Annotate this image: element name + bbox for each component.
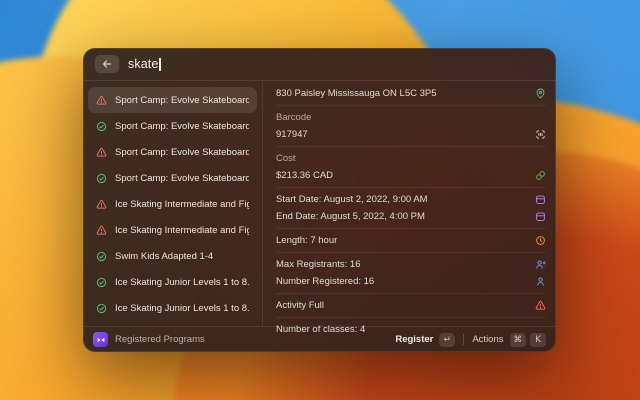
footer-app-name: Registered Programs [115, 334, 205, 345]
detail-row: Max Registrants: 16 [276, 256, 546, 273]
warning-triangle-icon [96, 147, 107, 158]
detail-row-label: $213.36 CAD [276, 170, 334, 181]
list-item-label: Sport Camp: Evolve Skateboard... [115, 146, 249, 158]
detail-group: Activity Full [276, 294, 546, 318]
check-circle-icon [96, 173, 107, 184]
back-arrow-icon [101, 58, 113, 70]
back-button[interactable] [95, 55, 119, 73]
results-list: Sport Camp: Evolve Skateboard... Sport Ca… [83, 81, 263, 326]
warning-triangle-icon [535, 300, 546, 311]
footer-bar: Registered Programs Register ↵ Actions ⌘… [83, 326, 556, 352]
detail-row: End Date: August 5, 2022, 4:00 PM [276, 208, 546, 225]
list-item-label: Sport Camp: Evolve Skateboard... [115, 120, 249, 132]
detail-group: Length: 7 hour [276, 229, 546, 253]
list-item[interactable]: Ice Skating Intermediate and Fig... [88, 191, 257, 217]
clock-icon [535, 235, 546, 246]
barcode-scan-icon [535, 129, 546, 140]
list-item-label: Ice Skating Junior Levels 1 to 8... [115, 276, 249, 288]
detail-row: Length: 7 hour [276, 232, 546, 249]
list-item-label: Sport Camp: Evolve Skateboard... [115, 94, 249, 106]
list-item-label: Ice Skating Intermediate and Fig... [115, 198, 249, 210]
list-item[interactable]: Ice Skating Junior Levels 1 to 8... [88, 295, 257, 321]
search-query-text: skate [128, 57, 159, 71]
key-badge: ⌘ [509, 332, 526, 347]
list-item[interactable]: Ice Skating Junior Levels 1 to 8... [88, 269, 257, 295]
detail-row: Cost [276, 150, 546, 167]
warning-triangle-icon [96, 225, 107, 236]
detail-group: Max Registrants: 16 Number Registered: 16 [276, 253, 546, 294]
list-item[interactable]: Sport Camp: Evolve Skateboard... [88, 87, 257, 113]
person-add-icon [535, 259, 546, 270]
detail-row: Number Registered: 16 [276, 273, 546, 290]
detail-row-label: Max Registrants: 16 [276, 259, 361, 270]
detail-row-label: Number Registered: 16 [276, 276, 375, 287]
detail-row: Barcode [276, 109, 546, 126]
list-item[interactable]: Sport Camp: Evolve Skateboard... [88, 139, 257, 165]
key-badge: K [530, 332, 546, 347]
search-input[interactable]: skate [128, 57, 161, 71]
footer-divider [463, 334, 465, 345]
detail-group: Start Date: August 2, 2022, 9:00 AM End D… [276, 188, 546, 229]
check-circle-icon [96, 251, 107, 262]
list-item[interactable]: Sport Camp: Evolve Skateboard... [88, 113, 257, 139]
list-item[interactable]: Ice Skating Intermediate and Fig... [88, 217, 257, 243]
search-bar: skate [83, 48, 556, 81]
detail-row-label: Start Date: August 2, 2022, 9:00 AM [276, 194, 428, 205]
detail-row: Start Date: August 2, 2022, 9:00 AM [276, 191, 546, 208]
detail-group: Cost $213.36 CAD [276, 147, 546, 188]
detail-row-label: Length: 7 hour [276, 235, 338, 246]
check-circle-icon [96, 277, 107, 288]
location-pin-icon [535, 88, 546, 99]
list-item-label: Ice Skating Intermediate and Fig... [115, 224, 249, 236]
detail-row: 917947 [276, 126, 546, 143]
detail-row-label: Cost [276, 153, 296, 164]
list-item[interactable]: Sport Camp: Evolve Skateboard... [88, 165, 257, 191]
calendar-icon [535, 211, 546, 222]
warning-triangle-icon [96, 95, 107, 106]
list-item-label: Sport Camp: Evolve Skateboard... [115, 172, 249, 184]
detail-row: Activity Full [276, 297, 546, 314]
footer-actions: Register ↵ Actions ⌘ K [395, 332, 546, 347]
enter-key-badge: ↵ [439, 332, 456, 347]
text-cursor [159, 57, 161, 71]
register-button[interactable]: Register [395, 334, 433, 345]
detail-group: Barcode 917947 [276, 106, 546, 147]
calendar-icon [535, 194, 546, 205]
main-content: Sport Camp: Evolve Skateboard... Sport Ca… [83, 81, 556, 335]
check-circle-icon [96, 121, 107, 132]
check-circle-icon [96, 303, 107, 314]
list-item[interactable]: Swim Kids Adapted 1-4 [88, 243, 257, 269]
actions-button[interactable]: Actions [472, 334, 503, 345]
detail-row-label: End Date: August 5, 2022, 4:00 PM [276, 211, 425, 222]
detail-panel: 830 Paisley Mississauga ON L5C 3P5 Barcod… [263, 81, 556, 335]
person-icon [535, 276, 546, 287]
coins-icon [535, 170, 546, 181]
actions-key-badges: ⌘ K [509, 332, 546, 347]
detail-row-label: Activity Full [276, 300, 325, 311]
detail-row-label: Barcode [276, 112, 312, 123]
detail-row-label: 830 Paisley Mississauga ON L5C 3P5 [276, 88, 437, 99]
detail-group: 830 Paisley Mississauga ON L5C 3P5 [276, 82, 546, 106]
warning-triangle-icon [96, 199, 107, 210]
list-item-label: Swim Kids Adapted 1-4 [115, 250, 214, 262]
detail-row-label: 917947 [276, 129, 308, 140]
list-item-label: Ice Skating Junior Levels 1 to 8... [115, 302, 249, 314]
registered-programs-app-icon [93, 332, 108, 347]
detail-row: $213.36 CAD [276, 167, 546, 184]
launcher-window: skate Sport Camp: Evolve Skateboard... Sp… [83, 48, 556, 352]
detail-row: 830 Paisley Mississauga ON L5C 3P5 [276, 85, 546, 102]
